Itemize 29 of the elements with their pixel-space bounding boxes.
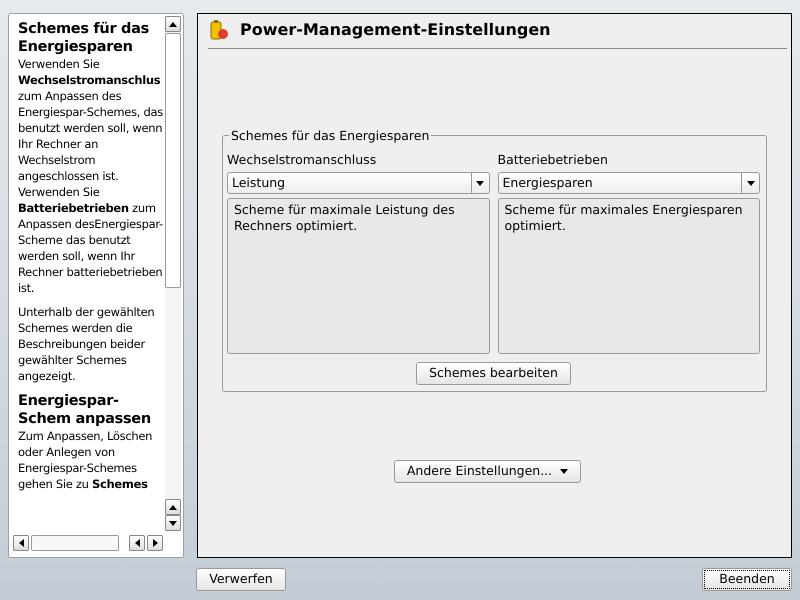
field-label: Batteriebetrieben xyxy=(498,152,609,168)
description-box: Scheme für maximales Energiesparen optimiert. xyxy=(498,198,760,354)
description-box: Scheme für maximale Leistung des Rechners optimiert. xyxy=(227,198,490,354)
page-title: Power-Management-Einstellungen xyxy=(240,19,551,41)
help-paragraph: Verwenden Sie Wechselstromanschlus zum Anpassen des Energiespar-Schemes, das benutzt werden soll, wenn Ihr Rechner an Wechselstrom angeschlossen ist. Verwenden Sie Batteriebetrieben zum Anpassen desEnergiespar-Scheme das benutzt werden soll, wenn Ihr Rechner batteriebetrieben ist. xyxy=(18,56,164,296)
vertical-scrollbar[interactable] xyxy=(165,16,181,531)
scrollbar-thumb[interactable] xyxy=(31,535,119,551)
caret-icon xyxy=(746,180,754,186)
more-settings-button[interactable]: Andere Einstellungen... xyxy=(394,460,582,483)
scroll-up-button[interactable] xyxy=(165,499,181,515)
scroll-right-button[interactable] xyxy=(147,535,163,551)
discard-button[interactable]: Verwerfen xyxy=(196,568,286,591)
scrollbar-thumb[interactable] xyxy=(165,33,181,288)
scroll-down-button[interactable] xyxy=(165,515,181,531)
scheme-dropdown[interactable]: Leistung xyxy=(227,172,490,194)
help-heading: Schemes für das Energiesparen xyxy=(18,20,150,56)
help-paragraph: Unterhalb der gewählten Schemes werden die Beschreibungen beider gewählter Schemes angezeigt. xyxy=(18,304,156,384)
edit-schemes-button[interactable]: Schemes bearbeiten xyxy=(416,362,571,385)
scroll-up-button[interactable] xyxy=(165,16,181,32)
scroll-left-button[interactable] xyxy=(13,535,29,551)
scroll-left-button[interactable] xyxy=(129,535,145,551)
scheme-dropdown[interactable]: Energiesparen xyxy=(498,172,760,194)
battery-icon xyxy=(208,19,230,41)
finish-button[interactable]: Beenden xyxy=(702,568,792,591)
caret-icon xyxy=(560,469,568,474)
field-label: Wechselstromanschluss xyxy=(227,152,378,168)
caret-icon xyxy=(476,180,484,186)
help-paragraph: Zum Anpassen, Löschen oder Anlegen von Energiespar-Schemes gehen Sie zu Schemes xyxy=(18,428,154,492)
help-heading: Energiespar-Schem anpassen xyxy=(18,392,152,428)
